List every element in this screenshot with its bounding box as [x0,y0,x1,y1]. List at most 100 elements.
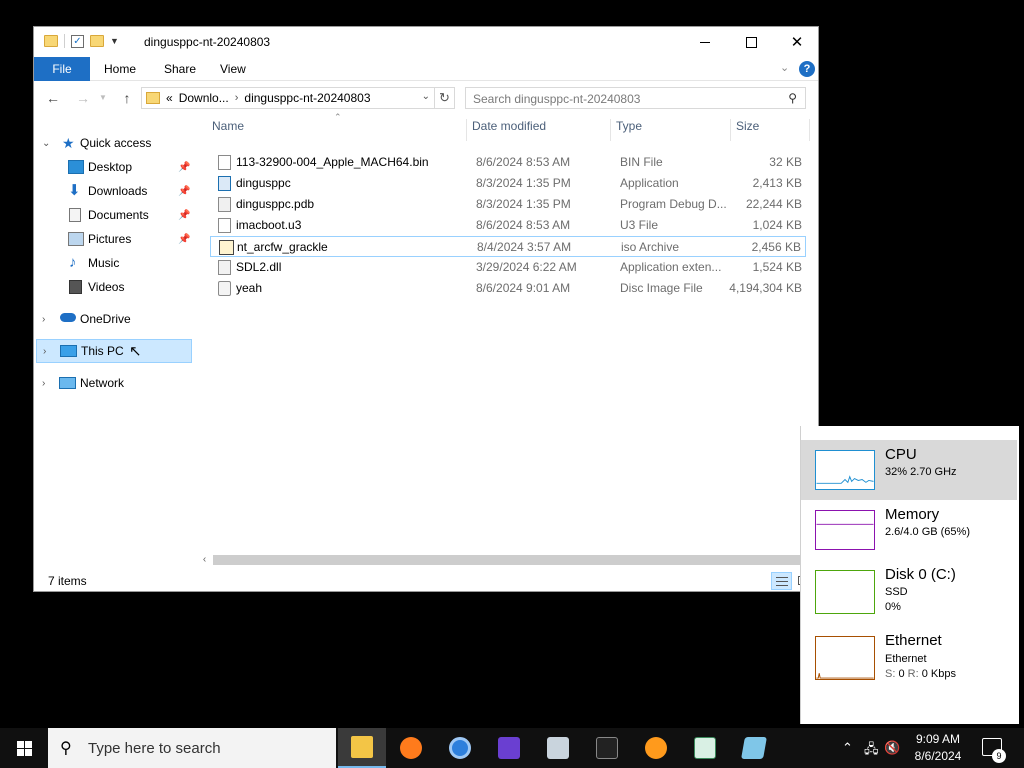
column-divider[interactable] [809,119,810,141]
sidebar-item-label: Music [88,256,120,270]
customize-toolbar-icon[interactable]: ▼ [110,36,119,46]
search-input[interactable]: Search dingusppc-nt-20240803 ⚲ [465,87,806,109]
sidebar-item-this-pc[interactable]: › This PC ↖ [36,339,192,363]
search-placeholder: Type here to search [88,740,221,757]
perf-item-disk[interactable]: Disk 0 (C:) SSD 0% [801,560,1017,620]
disk-usage: 0% [885,601,901,613]
details-view-button[interactable] [771,572,792,590]
tab-home[interactable]: Home [104,57,136,81]
volume-muted-icon[interactable]: 🔇 [884,740,900,756]
perf-item-memory[interactable]: Memory 2.6/4.0 GB (65%) [801,500,1017,560]
scroll-left-icon[interactable]: ‹ [196,551,213,568]
taskbar-command-prompt[interactable] [583,728,631,768]
tab-view[interactable]: View [220,57,246,81]
expand-ribbon-icon[interactable]: ⌄ [780,61,789,74]
properties-icon[interactable]: ✓ [71,34,84,48]
sidebar-item-downloads[interactable]: ⬇ Downloads 📌 [36,179,192,203]
ethernet-adapter: Ethernet [885,653,927,665]
sidebar-item-desktop[interactable]: Desktop 📌 [36,155,192,179]
taskbar-notepad[interactable] [681,728,729,768]
breadcrumb-downloads[interactable]: Downlo... [179,91,229,105]
tab-share[interactable]: Share [164,57,196,81]
column-header-size[interactable]: Size [736,119,759,141]
taskbar-file-explorer[interactable] [338,728,386,768]
recent-locations-icon[interactable]: ▼ [92,87,114,109]
sidebar-item-music[interactable]: ♪ Music [36,251,192,275]
column-divider[interactable] [466,119,467,141]
file-row-selected[interactable]: nt_arcfw_grackle 8/4/2024 3:57 AM iso Ar… [210,236,806,257]
network-icon[interactable]: 🖧 [864,740,879,762]
windows-logo-icon [16,740,32,756]
address-bar[interactable]: « Downlo... › dingusppc-nt-20240803 ⌄ [141,87,435,109]
column-header-type[interactable]: Type [616,119,642,141]
file-date: 8/6/2024 8:53 AM [476,155,571,169]
perf-item-cpu[interactable]: CPU 32% 2.70 GHz [801,440,1017,500]
terminal-icon [596,737,618,759]
file-row[interactable]: dingusppc.pdb 8/3/2024 1:35 PM Program D… [210,194,806,215]
memory-graph [815,510,875,550]
chevron-right-icon[interactable]: › [43,346,46,357]
breadcrumb-overflow[interactable]: « [166,91,173,105]
tab-file[interactable]: File [34,57,90,81]
cpu-usage: 32% 2.70 GHz [885,466,957,478]
close-button[interactable]: ✕ [774,27,820,57]
pin-icon[interactable]: 📌 [178,234,190,245]
pin-icon[interactable]: 📌 [178,210,190,221]
file-icon [218,218,231,233]
taskbar-vlc[interactable] [632,728,680,768]
pin-icon[interactable]: 📌 [178,186,190,197]
chevron-right-icon[interactable]: › [235,92,239,104]
horizontal-scrollbar[interactable]: ‹ › [196,551,818,568]
app-icon [741,737,767,759]
videos-icon [69,280,82,294]
forward-button[interactable]: → [72,87,94,109]
file-row[interactable]: dingusppc 8/3/2024 1:35 PM Application 2… [210,173,806,194]
file-row[interactable]: SDL2.dll 3/29/2024 6:22 AM Application e… [210,257,806,278]
taskbar-search-box[interactable]: ⚲ Type here to search [48,728,336,768]
taskbar-firefox[interactable] [387,728,435,768]
chevron-down-icon[interactable]: ⌄ [422,91,430,102]
new-folder-icon[interactable] [90,35,104,47]
file-date: 3/29/2024 6:22 AM [476,260,577,274]
back-button[interactable]: ← [42,87,64,109]
sidebar-item-onedrive[interactable]: › OneDrive [36,307,192,331]
column-header-date[interactable]: Date modified [472,119,546,141]
column-divider[interactable] [730,119,731,141]
sidebar-item-quick-access[interactable]: ⌄ ★ Quick access [36,131,192,155]
start-button[interactable] [0,728,48,768]
taskbar-app[interactable] [730,728,778,768]
sidebar-item-videos[interactable]: Videos [36,275,192,299]
file-row[interactable]: 113-32900-004_Apple_MACH64.bin 8/6/2024 … [210,152,806,173]
maximize-button[interactable] [728,27,774,57]
refresh-button[interactable]: ↻ [435,87,455,109]
performance-widget: CPU 32% 2.70 GHz Memory 2.6/4.0 GB (65%)… [800,426,1019,724]
title-bar[interactable]: ✓ ▼ dingusppc-nt-20240803 ✕ [34,27,818,57]
sidebar-item-documents[interactable]: Documents 📌 [36,203,192,227]
quick-access-toolbar: ✓ ▼ [44,34,119,48]
show-hidden-icons-icon[interactable]: ⌃ [842,740,853,756]
chevron-down-icon[interactable]: ⌄ [42,138,50,149]
file-row[interactable]: yeah 8/6/2024 9:01 AM Disc Image File 4,… [210,278,806,299]
perf-item-ethernet[interactable]: Ethernet Ethernet S: 0 R: 0 Kbps [801,626,1017,686]
pin-icon[interactable]: 📌 [178,162,190,173]
file-row[interactable]: imacboot.u3 8/6/2024 8:53 AM U3 File 1,0… [210,215,806,236]
file-name: dingusppc [236,176,291,190]
minimize-button[interactable] [682,27,728,57]
breadcrumb-current-folder[interactable]: dingusppc-nt-20240803 [244,91,370,105]
chevron-right-icon[interactable]: › [42,378,45,389]
desktop-icon [68,160,84,174]
scrollbar-thumb[interactable] [213,555,800,565]
send-value: 0 [898,668,905,680]
receive-label: R: [907,668,919,680]
taskbar-cpu-app[interactable] [485,728,533,768]
up-button[interactable]: ↑ [116,87,138,109]
column-divider[interactable] [610,119,611,141]
column-header-name[interactable]: Name [212,119,244,141]
taskbar-display-app[interactable] [534,728,582,768]
sidebar-item-network[interactable]: › Network [36,371,192,395]
sidebar-item-pictures[interactable]: Pictures 📌 [36,227,192,251]
help-icon[interactable]: ? [799,61,815,77]
clock[interactable]: 9:09 AM 8/6/2024 [900,731,976,765]
chevron-right-icon[interactable]: › [42,314,45,325]
taskbar-chrome[interactable] [436,728,484,768]
